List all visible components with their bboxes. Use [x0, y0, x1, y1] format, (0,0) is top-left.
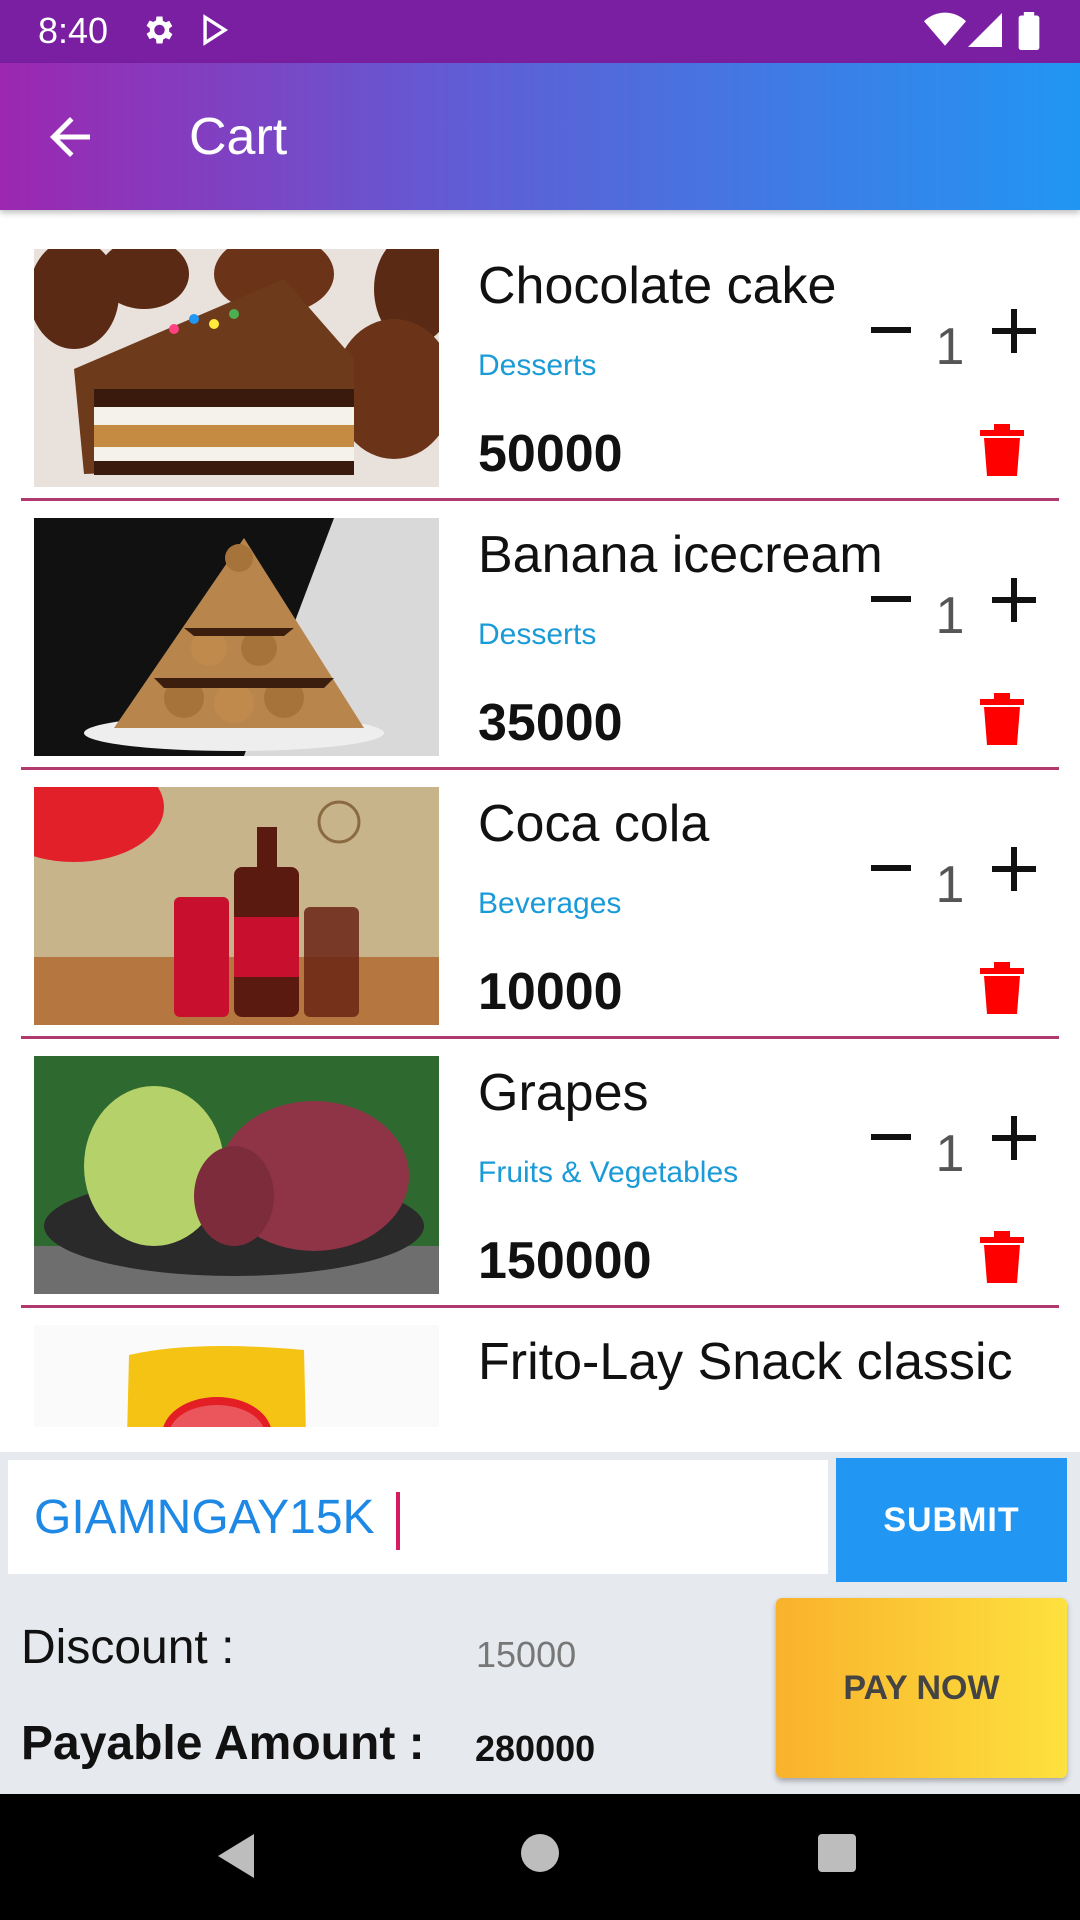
item-category: Fruits & Vegetables — [478, 1156, 739, 1189]
minus-icon[interactable] — [871, 865, 911, 871]
discount-value: 15000 — [476, 1634, 577, 1675]
item-price: 10000 — [478, 963, 623, 1021]
status-time: 8:40 — [38, 10, 109, 51]
coupon-bar: SUBMIT — [0, 1452, 1080, 1583]
system-nav-bar — [0, 1794, 1080, 1920]
signal-icon — [968, 12, 1002, 53]
item-quantity: 1 — [935, 318, 965, 376]
nav-back-icon[interactable] — [218, 1834, 258, 1883]
item-quantity: 1 — [935, 856, 965, 914]
trash-icon[interactable] — [980, 962, 1024, 1014]
cart-item: Chocolate cake Desserts 50000 1 — [0, 212, 1080, 501]
submit-button[interactable]: SUBMIT — [836, 1458, 1067, 1583]
item-name: Banana icecream — [478, 526, 883, 584]
item-name: Chocolate cake — [478, 257, 837, 315]
play-store-icon — [198, 12, 232, 53]
item-category: Beverages — [478, 887, 622, 920]
battery-icon — [1018, 12, 1040, 55]
plus-icon[interactable] — [992, 578, 1036, 622]
coca-cola-image — [34, 787, 439, 1025]
lays-chips-image — [34, 1325, 439, 1427]
grapes-image — [34, 1056, 439, 1294]
cart-list[interactable]: Chocolate cake Desserts 50000 1 Banana i… — [0, 212, 1080, 1427]
minus-icon[interactable] — [871, 596, 911, 602]
item-quantity: 1 — [935, 1125, 965, 1183]
plus-icon[interactable] — [992, 309, 1036, 353]
cart-item: Coca cola Beverages 10000 1 — [0, 750, 1080, 1039]
text-cursor — [396, 1492, 400, 1550]
coupon-input[interactable] — [8, 1460, 828, 1574]
item-price: 35000 — [478, 694, 623, 752]
wifi-icon — [924, 12, 966, 53]
status-bar: 8:40 — [0, 0, 1080, 63]
gear-icon — [140, 12, 176, 53]
plus-icon[interactable] — [992, 847, 1036, 891]
discount-label: Discount : — [21, 1621, 235, 1674]
minus-icon[interactable] — [871, 327, 911, 333]
nav-home-icon[interactable] — [521, 1834, 559, 1872]
trash-icon[interactable] — [980, 1231, 1024, 1283]
item-name: Coca cola — [478, 795, 710, 853]
item-category: Desserts — [478, 618, 597, 651]
app-bar: Cart — [0, 63, 1080, 210]
cart-item: Banana icecream Desserts 35000 1 — [0, 481, 1080, 770]
item-quantity: 1 — [935, 587, 965, 645]
payable-amount-label: Payable Amount : — [21, 1717, 425, 1770]
minus-icon[interactable] — [871, 1134, 911, 1140]
item-price: 50000 — [478, 425, 623, 483]
trash-icon[interactable] — [980, 424, 1024, 476]
item-name: Grapes — [478, 1064, 649, 1122]
page-title: Cart — [189, 108, 288, 166]
item-category: Desserts — [478, 349, 597, 382]
arrow-left-icon[interactable] — [40, 107, 100, 167]
item-name: Frito-Lay Snack classic — [478, 1333, 1013, 1391]
cart-item: Frito-Lay Snack classic 5 — [0, 1288, 1080, 1427]
nav-recents-icon[interactable] — [818, 1834, 856, 1872]
banana-icecream-image — [34, 518, 439, 756]
plus-icon[interactable] — [992, 1116, 1036, 1160]
pay-now-button[interactable]: PAY NOW — [776, 1598, 1067, 1778]
payable-amount-value: 280000 — [475, 1728, 596, 1769]
trash-icon[interactable] — [980, 693, 1024, 745]
chocolate-cake-image — [34, 249, 439, 487]
item-price: 150000 — [478, 1232, 652, 1290]
order-summary: Discount : 15000 Payable Amount : 280000… — [0, 1582, 1080, 1794]
cart-item: Grapes Fruits & Vegetables 150000 1 — [0, 1019, 1080, 1308]
